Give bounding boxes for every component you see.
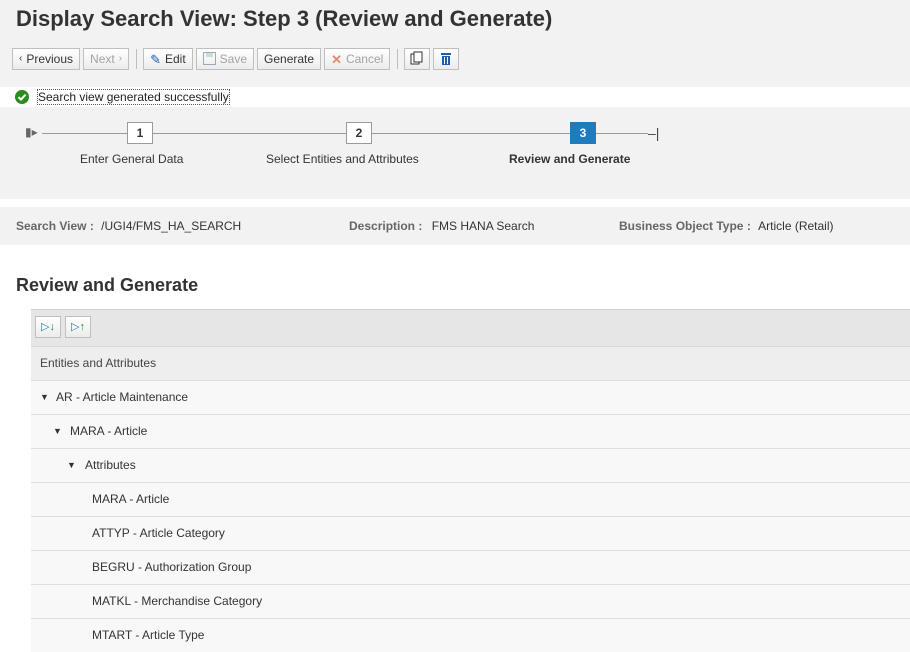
roadmap: ▮▸ –| 1 Enter General Data 2 Select Enti… bbox=[0, 107, 910, 199]
roadmap-step-3[interactable]: 3 bbox=[570, 122, 596, 144]
collapse-all-icon: ▷↑ bbox=[71, 321, 85, 333]
roadmap-step-1-label[interactable]: Enter General Data bbox=[80, 152, 183, 166]
generate-button[interactable]: Generate bbox=[257, 48, 322, 70]
tree-row-label: Attributes bbox=[85, 458, 136, 472]
column-header: Entities and Attributes bbox=[31, 346, 910, 380]
trash-icon bbox=[439, 51, 453, 68]
roadmap-start-icon: ▮▸ bbox=[25, 125, 38, 139]
collapse-all-button[interactable]: ▷↑ bbox=[65, 316, 91, 338]
tree-row[interactable]: MARA - Article bbox=[31, 482, 910, 516]
chevron-right-icon: › bbox=[118, 53, 123, 64]
expand-caret-icon[interactable]: ▼ bbox=[40, 381, 49, 414]
title-area: Display Search View: Step 3 (Review and … bbox=[0, 0, 910, 87]
expand-caret-icon[interactable]: ▼ bbox=[67, 449, 76, 482]
tree-row[interactable]: ▼ MARA - Article bbox=[31, 414, 910, 448]
description-label: Description : bbox=[349, 219, 423, 233]
tree-row[interactable]: MTART - Article Type bbox=[31, 618, 910, 652]
roadmap-step-2[interactable]: 2 bbox=[346, 122, 372, 144]
tree-row-label: BEGRU - Authorization Group bbox=[92, 560, 252, 574]
previous-button[interactable]: ‹ Previous bbox=[12, 48, 81, 70]
previous-label: Previous bbox=[26, 52, 74, 66]
page-title: Display Search View: Step 3 (Review and … bbox=[16, 6, 553, 31]
pencil-icon: ✎ bbox=[150, 51, 161, 67]
close-x-icon: ✕ bbox=[331, 51, 342, 67]
entities-tree-table: ▷↓ ▷↑ Entities and Attributes ▼ AR - Art… bbox=[31, 309, 910, 652]
tree-row[interactable]: BEGRU - Authorization Group bbox=[31, 550, 910, 584]
success-check-icon bbox=[15, 90, 29, 104]
cancel-button[interactable]: ✕ Cancel bbox=[324, 48, 391, 70]
expand-all-icon: ▷↓ bbox=[41, 321, 55, 333]
search-view-info: Search View : /UGI4/FMS_HA_SEARCH Descri… bbox=[0, 207, 910, 245]
toolbar-separator bbox=[136, 49, 138, 69]
search-view-label: Search View : bbox=[16, 219, 94, 233]
toolbar-separator bbox=[397, 49, 399, 69]
search-view-field: Search View : /UGI4/FMS_HA_SEARCH bbox=[16, 219, 241, 233]
main-toolbar: ‹ Previous Next › ✎ Edit Save Generate ✕… bbox=[12, 47, 462, 71]
tree-row-label: AR - Article Maintenance bbox=[56, 390, 189, 404]
search-view-value: /UGI4/FMS_HA_SEARCH bbox=[101, 219, 242, 233]
tree-row-label: ATTYP - Article Category bbox=[92, 526, 225, 540]
description-field: Description : FMS HANA Search bbox=[349, 219, 534, 233]
tree-row-label: MATKL - Merchandise Category bbox=[92, 594, 263, 608]
tree-toolbar: ▷↓ ▷↑ bbox=[31, 309, 910, 346]
edit-button[interactable]: ✎ Edit bbox=[143, 48, 193, 70]
tree-row[interactable]: ▼ Attributes bbox=[31, 448, 910, 482]
section-title: Review and Generate bbox=[16, 275, 199, 295]
business-object-type-value: Article (Retail) bbox=[758, 219, 834, 233]
save-label: Save bbox=[219, 52, 248, 66]
description-value: FMS HANA Search bbox=[431, 219, 535, 233]
message-bar: Search view generated successfully bbox=[0, 87, 910, 107]
next-button[interactable]: Next › bbox=[83, 48, 130, 70]
copy-button[interactable] bbox=[404, 48, 431, 70]
floppy-disk-icon bbox=[202, 51, 216, 67]
tree-row[interactable]: MATKL - Merchandise Category bbox=[31, 584, 910, 618]
roadmap-step-2-label[interactable]: Select Entities and Attributes bbox=[266, 152, 419, 166]
tree-row[interactable]: ▼ AR - Article Maintenance bbox=[31, 380, 910, 414]
expand-caret-icon[interactable]: ▼ bbox=[53, 415, 62, 448]
roadmap-step-1[interactable]: 1 bbox=[127, 122, 153, 144]
generate-label: Generate bbox=[264, 52, 315, 66]
business-object-type-label: Business Object Type : bbox=[619, 219, 751, 233]
roadmap-end-icon: –| bbox=[648, 125, 660, 141]
edit-label: Edit bbox=[164, 52, 186, 66]
tree-row-label: MARA - Article bbox=[92, 492, 170, 506]
tree-row-label: MARA - Article bbox=[70, 424, 148, 438]
business-object-type-field: Business Object Type : Article (Retail) bbox=[619, 219, 834, 233]
chevron-left-icon: ‹ bbox=[19, 53, 23, 64]
tree-row[interactable]: ATTYP - Article Category bbox=[31, 516, 910, 550]
success-message[interactable]: Search view generated successfully bbox=[37, 89, 230, 105]
next-label: Next bbox=[90, 52, 115, 66]
delete-button[interactable] bbox=[433, 48, 460, 70]
roadmap-step-3-label[interactable]: Review and Generate bbox=[509, 152, 630, 166]
expand-all-button[interactable]: ▷↓ bbox=[35, 316, 61, 338]
copy-icon bbox=[410, 51, 424, 68]
save-button[interactable]: Save bbox=[195, 48, 255, 70]
tree-row-label: MTART - Article Type bbox=[92, 628, 205, 642]
cancel-label: Cancel bbox=[345, 52, 384, 66]
